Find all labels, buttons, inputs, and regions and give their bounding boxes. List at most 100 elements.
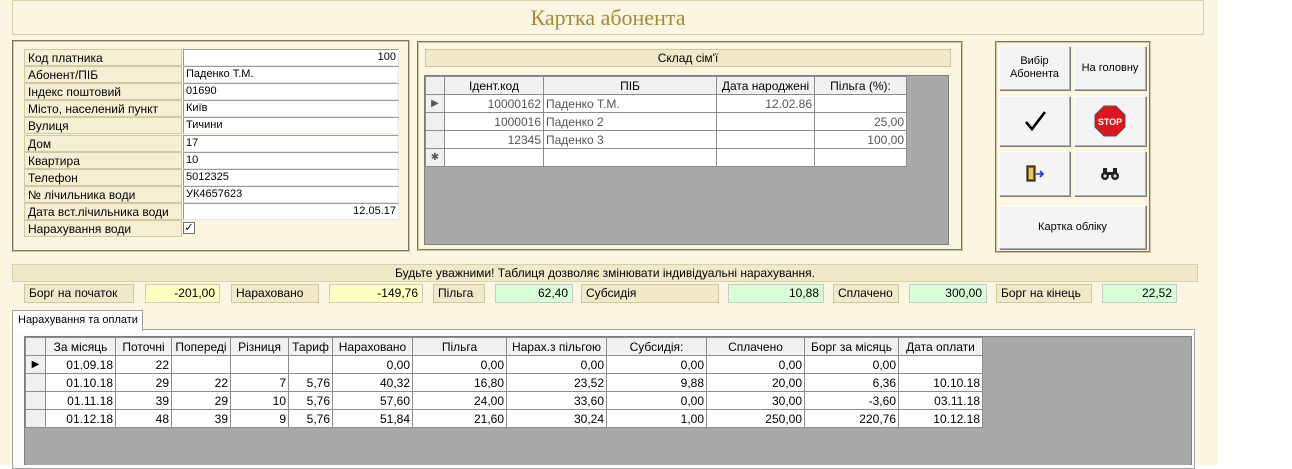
table-cell[interactable]	[288, 355, 333, 374]
confirm-button[interactable]	[999, 96, 1070, 146]
payer-field-input[interactable]: Київ	[183, 100, 399, 117]
table-cell[interactable]	[814, 94, 907, 113]
table-cell[interactable]	[814, 148, 907, 167]
table-cell[interactable]	[543, 148, 717, 167]
column-header[interactable]: Дата народжені	[716, 76, 815, 95]
row-selector[interactable]	[25, 409, 46, 428]
column-header[interactable]: Пільга (%):	[814, 76, 907, 95]
table-cell[interactable]: 21,60	[412, 409, 507, 428]
table-cell[interactable]: Паденко Т.М.	[543, 94, 717, 113]
column-header[interactable]: Поточні	[115, 337, 172, 356]
table-row[interactable]: ✱	[425, 148, 907, 167]
table-cell[interactable]: -3,60	[804, 391, 899, 410]
table-cell[interactable]	[171, 355, 231, 374]
column-header[interactable]: Ідент.код	[444, 76, 544, 95]
column-header[interactable]: Субсидія:	[606, 337, 707, 356]
row-selector[interactable]: ✱	[425, 148, 445, 167]
stop-button[interactable]: STOP	[1074, 96, 1146, 146]
column-header[interactable]: Борг за місяць	[804, 337, 899, 356]
table-cell[interactable]	[444, 148, 544, 167]
table-cell[interactable]: 10000162	[444, 94, 544, 113]
table-row[interactable]: 12345 Паденко 3 100,00	[425, 130, 907, 149]
payer-field-input[interactable]: 01690	[183, 83, 399, 100]
table-row[interactable]: ▶ 01.09.18 22 0,00 0,00 0,00 0,00 0,00 0,00	[25, 355, 983, 374]
table-cell[interactable]: 10.10.18	[898, 373, 983, 392]
table-cell[interactable]: 23,52	[506, 373, 607, 392]
table-cell[interactable]: 33,60	[506, 391, 607, 410]
column-header[interactable]: За місяць	[45, 337, 116, 356]
payer-field-input[interactable]: 5012325	[183, 169, 399, 186]
water-charge-checkbox[interactable]: ✓	[183, 222, 195, 234]
family-grid[interactable]: Ідент.код ПІБ Дата народжені Пільга (%): ▶ 10…	[424, 75, 949, 245]
table-cell[interactable]: 39	[115, 391, 172, 410]
table-cell[interactable]: 29	[171, 391, 231, 410]
column-header[interactable]: Нараховано	[332, 337, 413, 356]
exit-button[interactable]	[999, 151, 1070, 196]
table-cell[interactable]: 40,32	[332, 373, 413, 392]
table-cell[interactable]: 5,76	[288, 409, 333, 428]
payer-field-input[interactable]: 100	[183, 49, 399, 66]
table-cell[interactable]: 12.02.86	[716, 94, 815, 113]
payer-field-input[interactable]: УК4657623	[183, 186, 399, 203]
table-cell[interactable]: Паденко 2	[543, 112, 717, 131]
table-cell[interactable]: 39	[171, 409, 231, 428]
table-cell[interactable]: 0,00	[606, 355, 707, 374]
table-cell[interactable]: 57,60	[332, 391, 413, 410]
table-row[interactable]: 01.10.18 29 22 7 5,76 40,32 16,80 23,52 9,88 20,0…	[25, 373, 983, 392]
table-cell[interactable]: 01.11.18	[45, 391, 116, 410]
table-cell[interactable]: 25,00	[814, 112, 907, 131]
home-button[interactable]: На головну	[1074, 46, 1146, 90]
column-header[interactable]: ПІБ	[543, 76, 717, 95]
row-selector[interactable]: ▶	[425, 94, 445, 113]
table-cell[interactable]: 30,00	[706, 391, 805, 410]
table-cell[interactable]: 10.12.18	[898, 409, 983, 428]
table-cell[interactable]: 01.09.18	[45, 355, 116, 374]
table-cell[interactable]: 01.12.18	[45, 409, 116, 428]
row-selector[interactable]: ▶	[25, 355, 46, 374]
table-cell[interactable]: 0,00	[606, 391, 707, 410]
table-cell[interactable]: 250,00	[706, 409, 805, 428]
table-cell[interactable]: 0,00	[332, 355, 413, 374]
table-cell[interactable]: 220,76	[804, 409, 899, 428]
table-cell[interactable]: 0,00	[506, 355, 607, 374]
table-cell[interactable]: 0,00	[706, 355, 805, 374]
table-cell[interactable]: 0,00	[804, 355, 899, 374]
table-cell[interactable]: 9	[230, 409, 289, 428]
payer-field-input[interactable]: 12.05.17	[183, 203, 399, 220]
table-cell[interactable]: Паденко 3	[543, 130, 717, 149]
column-header[interactable]: Нарах.з пільгою	[506, 337, 607, 356]
table-cell[interactable]: 10	[230, 391, 289, 410]
table-cell[interactable]: 22	[115, 355, 172, 374]
table-cell[interactable]: 0,00	[412, 355, 507, 374]
payer-field-input[interactable]: 17	[183, 135, 399, 152]
payer-field-input[interactable]: Тичини	[183, 117, 399, 134]
column-header[interactable]: Сплачено	[706, 337, 805, 356]
payer-field-input[interactable]: Паденко Т.М.	[183, 66, 399, 83]
row-selector[interactable]	[425, 130, 445, 149]
column-header[interactable]: Попереді	[171, 337, 231, 356]
table-cell[interactable]: 29	[115, 373, 172, 392]
table-cell[interactable]: 48	[115, 409, 172, 428]
account-card-button[interactable]: Картка обліку	[999, 205, 1146, 249]
table-cell[interactable]: 22	[171, 373, 231, 392]
table-cell[interactable]	[716, 130, 815, 149]
table-cell[interactable]: 5,76	[288, 391, 333, 410]
table-cell[interactable]: 7	[230, 373, 289, 392]
table-cell[interactable]: 1,00	[606, 409, 707, 428]
table-cell[interactable]: 5,76	[288, 373, 333, 392]
table-cell[interactable]: 12345	[444, 130, 544, 149]
select-subscriber-button[interactable]: Вибір Абонента	[999, 46, 1070, 90]
table-cell[interactable]: 30,24	[506, 409, 607, 428]
table-cell[interactable]: 1000016	[444, 112, 544, 131]
column-header[interactable]: Різниця	[230, 337, 289, 356]
table-row[interactable]: 1000016 Паденко 2 25,00	[425, 112, 907, 131]
column-header[interactable]: Пільга	[412, 337, 507, 356]
table-cell[interactable]: 24,00	[412, 391, 507, 410]
row-selector[interactable]	[25, 391, 46, 410]
tab-charges-payments[interactable]: Нарахування та оплати	[12, 310, 143, 331]
row-selector[interactable]	[25, 373, 46, 392]
table-cell[interactable]: 20,00	[706, 373, 805, 392]
table-cell[interactable]: 16,80	[412, 373, 507, 392]
find-button[interactable]	[1074, 151, 1146, 196]
table-cell[interactable]: 100,00	[814, 130, 907, 149]
